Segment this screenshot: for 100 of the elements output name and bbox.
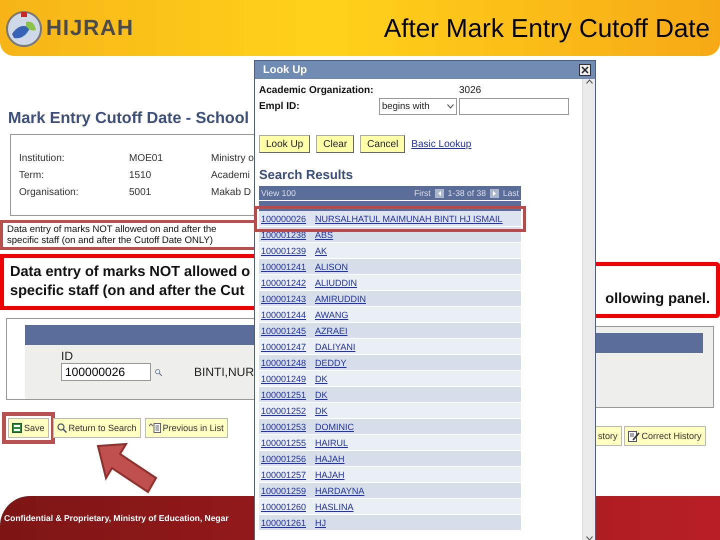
scroll-bar[interactable] bbox=[582, 79, 595, 540]
empl-id-link[interactable]: 100001251 bbox=[259, 390, 313, 400]
name-link[interactable]: DK bbox=[313, 374, 521, 384]
name-link[interactable]: AZRAEI bbox=[313, 326, 521, 336]
org-value: 3026 bbox=[458, 85, 482, 96]
close-button[interactable] bbox=[579, 64, 591, 76]
empl-id-link[interactable]: 100001242 bbox=[259, 278, 313, 288]
field-label: Institution: bbox=[19, 152, 66, 164]
callout-text: specific staff (on and after the Cut bbox=[10, 282, 246, 301]
result-row[interactable]: 100001247 DALIYANI bbox=[259, 339, 521, 355]
empl-id-link[interactable]: 100000026 bbox=[259, 214, 313, 224]
history-button[interactable]: story bbox=[594, 426, 622, 446]
operator-dropdown[interactable]: begins with bbox=[379, 98, 457, 115]
view-100-link[interactable]: View 100 bbox=[261, 188, 296, 198]
empl-id-link[interactable]: 100001256 bbox=[259, 454, 313, 464]
basic-lookup-link[interactable]: Basic Lookup bbox=[411, 138, 472, 150]
chevron-icon bbox=[447, 104, 454, 109]
name-link[interactable]: AMIRUDDIN bbox=[313, 294, 521, 304]
empl-id-link[interactable]: 100001245 bbox=[259, 326, 313, 336]
footer-text: Confidential & Proprietary, Ministry of Education, Negar bbox=[4, 513, 230, 523]
notice-text: Data entry of marks NOT allowed on and after the bbox=[7, 224, 218, 235]
empl-id-link[interactable]: 100001249 bbox=[259, 374, 313, 384]
result-row[interactable]: 100001251 DK bbox=[259, 387, 521, 403]
name-link[interactable]: DEDDY bbox=[313, 358, 521, 368]
name-link[interactable]: DALIYANI bbox=[313, 342, 521, 352]
empl-id-link[interactable]: 100001243 bbox=[259, 294, 313, 304]
empl-id-link[interactable]: 100001253 bbox=[259, 422, 313, 432]
next-page-icon[interactable] bbox=[490, 188, 499, 198]
empl-id-link[interactable]: 100001248 bbox=[259, 358, 313, 368]
previous-page-icon[interactable] bbox=[434, 188, 444, 198]
name-link[interactable]: HAIRUL bbox=[313, 438, 521, 448]
empl-id-link[interactable]: 100001239 bbox=[259, 246, 313, 256]
close-icon bbox=[581, 66, 589, 74]
empl-id-link[interactable]: 100001259 bbox=[259, 486, 313, 496]
first-link[interactable]: First bbox=[414, 188, 431, 198]
result-row[interactable]: 100001245 AZRAEI bbox=[259, 323, 521, 339]
cancel-button[interactable]: Cancel bbox=[360, 135, 406, 153]
clear-button[interactable]: Clear bbox=[316, 135, 354, 153]
name-link[interactable]: HAJAH bbox=[313, 454, 521, 464]
name-link[interactable]: AK bbox=[313, 246, 521, 256]
field-code: 1510 bbox=[129, 170, 152, 180]
globe-logo-icon bbox=[4, 8, 44, 48]
empl-id-link[interactable]: 100001238 bbox=[259, 230, 313, 240]
last-link[interactable]: Last bbox=[502, 188, 519, 198]
name-link[interactable]: ABS bbox=[313, 230, 521, 240]
return-to-search-button[interactable]: Return to Search bbox=[52, 418, 141, 438]
result-row[interactable]: 100001257 HAJAH bbox=[259, 467, 521, 483]
name-link[interactable]: ALISON bbox=[313, 262, 521, 272]
result-row[interactable]: 100001239 AK bbox=[259, 243, 521, 259]
empl-id-link[interactable]: 100001252 bbox=[259, 406, 313, 416]
look-up-button[interactable]: Look Up bbox=[259, 135, 310, 153]
correct-history-button[interactable]: Correct History bbox=[624, 426, 706, 446]
name-link[interactable]: HJ bbox=[313, 518, 521, 528]
field-code: MOE01 bbox=[129, 152, 164, 164]
empl-id-input-field[interactable] bbox=[459, 98, 569, 115]
empl-id-link[interactable]: 100001260 bbox=[259, 502, 313, 512]
result-row[interactable]: 100001241 ALISON bbox=[259, 259, 521, 275]
empl-id-link[interactable]: 100001261 bbox=[259, 518, 313, 528]
org-label: Academic Organization: bbox=[259, 85, 374, 96]
empl-id-link[interactable]: 100001257 bbox=[259, 470, 313, 480]
result-row[interactable]: 100001243 AMIRUDDIN bbox=[259, 291, 521, 307]
name-link[interactable]: NURSALHATUL MAIMUNAH BINTI HJ ISMAIL bbox=[313, 214, 521, 224]
field-description: Ministry o bbox=[211, 152, 254, 164]
field-description: Academi bbox=[211, 170, 251, 180]
result-row[interactable]: 100001248 DEDDY bbox=[259, 355, 521, 371]
name-link[interactable]: ALIUDDIN bbox=[313, 278, 521, 288]
slide-title: After Mark Entry Cutoff Date bbox=[384, 12, 710, 44]
dialog-title: Look Up bbox=[263, 64, 307, 76]
result-row[interactable]: 100001249 DK bbox=[259, 371, 521, 387]
name-link[interactable]: DK bbox=[313, 406, 521, 416]
name-link[interactable]: DK bbox=[313, 390, 521, 400]
name-link[interactable]: AWANG bbox=[313, 310, 521, 320]
empl-id-link[interactable]: 100001247 bbox=[259, 342, 313, 352]
name-link[interactable]: HARDAYNA bbox=[313, 486, 521, 496]
name-link[interactable]: DOMINIC bbox=[313, 422, 521, 432]
result-row[interactable]: 100001244 AWANG bbox=[259, 307, 521, 323]
empl-id-link[interactable]: 100001255 bbox=[259, 438, 313, 448]
result-row[interactable]: 100001256 HAJAH bbox=[259, 451, 521, 467]
previous-in-list-button[interactable]: Previous in List bbox=[144, 418, 228, 438]
field-description: Makab D bbox=[211, 186, 252, 198]
empl-id-link[interactable]: 100001241 bbox=[259, 262, 313, 272]
result-row[interactable]: 100001252 DK bbox=[259, 403, 521, 419]
scroll-down-icon[interactable] bbox=[586, 536, 592, 540]
result-row[interactable]: 100001260 HASLINA bbox=[259, 499, 521, 515]
callout-text: ollowing panel. bbox=[604, 290, 710, 308]
result-row[interactable]: 100001261 HJ bbox=[259, 515, 521, 531]
name-link[interactable]: HASLINA bbox=[313, 502, 521, 512]
id-input-field[interactable]: 100000026 bbox=[61, 363, 151, 381]
search-icon bbox=[56, 423, 67, 433]
scroll-up-icon[interactable] bbox=[586, 79, 592, 84]
logo-text: HIJRAH bbox=[46, 15, 134, 41]
result-row[interactable]: 100001242 ALIUDDIN bbox=[259, 275, 521, 291]
pointer-arrow-drawing bbox=[96, 442, 158, 496]
result-row[interactable]: 100001253 DOMINIC bbox=[259, 419, 521, 435]
name-link[interactable]: HAJAH bbox=[313, 470, 521, 480]
empl-id-link[interactable]: 100001244 bbox=[259, 310, 313, 320]
result-row[interactable]: 100001259 HARDAYNA bbox=[259, 483, 521, 499]
result-row[interactable]: 100001255 HAIRUL bbox=[259, 435, 521, 451]
field-code: 5001 bbox=[129, 186, 152, 198]
field-label: Organisation: bbox=[19, 186, 80, 198]
